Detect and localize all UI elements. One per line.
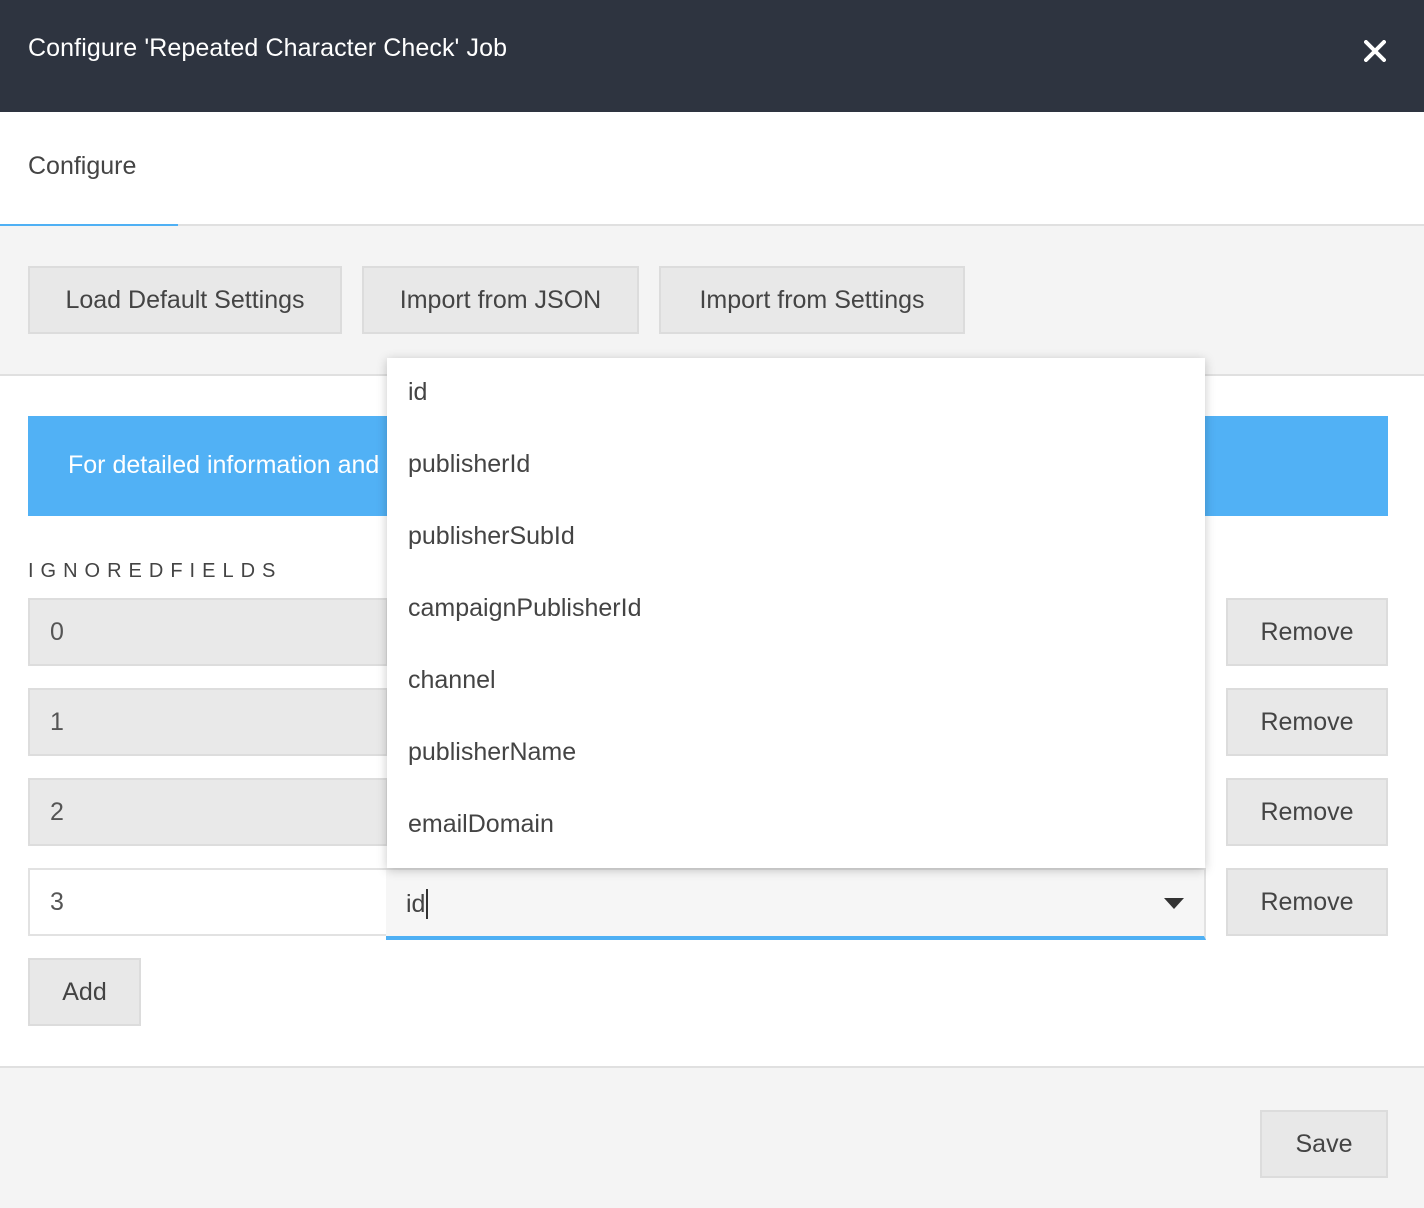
import-from-json-button[interactable]: Import from JSON	[362, 266, 639, 334]
dropdown-option[interactable]: publisherId	[387, 430, 1205, 502]
close-icon	[1364, 40, 1386, 62]
field-combobox[interactable]	[386, 868, 1206, 940]
settings-toolbar: Load Default Settings Import from JSON I…	[0, 226, 1424, 376]
dropdown-option-label: campaignPublisherId	[408, 594, 642, 622]
ignored-field-index-3[interactable]: 3	[28, 868, 388, 936]
close-button[interactable]	[1354, 30, 1396, 72]
dialog-header: Configure 'Repeated Character Check' Job	[0, 0, 1424, 112]
field-dropdown-menu: id publisherId publisherSubId campaignPu…	[387, 358, 1205, 868]
tab-configure[interactable]: Configure	[0, 112, 178, 228]
save-button[interactable]: Save	[1260, 1110, 1388, 1178]
add-button[interactable]: Add	[28, 958, 141, 1026]
dialog-title: Configure 'Repeated Character Check' Job	[28, 34, 508, 62]
field-combobox-input[interactable]	[406, 887, 1106, 921]
dropdown-option-label: publisherName	[408, 738, 577, 766]
index-value: 3	[50, 888, 64, 916]
dropdown-option[interactable]: id	[387, 358, 1205, 430]
dropdown-option[interactable]: emailDomain	[387, 790, 1205, 862]
index-value: 1	[50, 708, 64, 736]
remove-button-3[interactable]: Remove	[1226, 868, 1388, 936]
dialog-footer: Save	[0, 1066, 1424, 1208]
index-value: 2	[50, 798, 64, 826]
dropdown-option[interactable]: publisherName	[387, 718, 1205, 790]
dropdown-option[interactable]: publisherSubId	[387, 502, 1205, 574]
remove-button-0[interactable]: Remove	[1226, 598, 1388, 666]
caret-down-icon[interactable]	[1164, 898, 1184, 909]
dropdown-option-label: id	[408, 378, 428, 406]
tab-bar: Configure	[0, 112, 1424, 228]
load-default-settings-button[interactable]: Load Default Settings	[28, 266, 342, 334]
import-from-settings-button[interactable]: Import from Settings	[659, 266, 965, 334]
ignored-fields-label: IGNOREDFIELDS	[28, 560, 283, 582]
dropdown-option-label: channel	[408, 666, 496, 694]
index-value: 0	[50, 618, 64, 646]
dropdown-option-label: emailDomain	[408, 810, 554, 838]
remove-button-1[interactable]: Remove	[1226, 688, 1388, 756]
ignored-field-index-1[interactable]: 1	[28, 688, 388, 756]
dropdown-option[interactable]: channel	[387, 646, 1205, 718]
ignored-field-index-0[interactable]: 0	[28, 598, 388, 666]
dropdown-option[interactable]: campaignPublisherId	[387, 574, 1205, 646]
remove-button-2[interactable]: Remove	[1226, 778, 1388, 846]
dropdown-option-label: publisherSubId	[408, 522, 575, 550]
dropdown-option-label: publisherId	[408, 450, 531, 478]
info-banner-text: For detailed information and	[68, 451, 380, 479]
tab-configure-label: Configure	[28, 152, 137, 180]
text-caret	[426, 889, 428, 919]
ignored-field-index-2[interactable]: 2	[28, 778, 388, 846]
